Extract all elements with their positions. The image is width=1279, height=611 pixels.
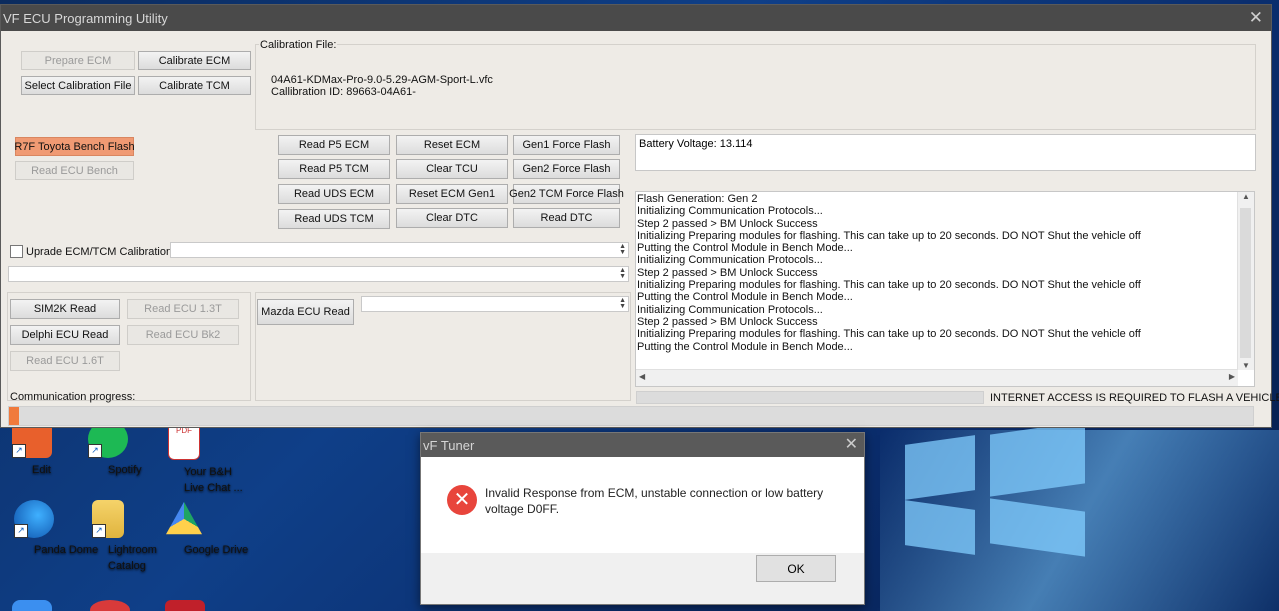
panda-dome-icon: ↗: [14, 500, 54, 538]
secondary-select[interactable]: ▲ ▼: [8, 266, 629, 282]
wallpaper-pane: [905, 435, 975, 500]
log-line: Initializing Communication Protocols...: [637, 303, 823, 316]
status-bar: [636, 391, 984, 404]
read-ecu-bk2-button[interactable]: Read ECU Bk2: [127, 325, 239, 345]
log-line: Putting the Control Module in Bench Mode…: [637, 291, 853, 304]
log-output[interactable]: Flash Generation: Gen 2 Initializing Comm…: [635, 191, 1255, 387]
scroll-up-icon[interactable]: ▲: [1238, 192, 1254, 201]
gen1-force-flash-button[interactable]: Gen1 Force Flash: [513, 135, 620, 155]
log-line: Step 2 passed > BM Unlock Success: [637, 217, 818, 230]
dialog-close-icon[interactable]: ✕: [845, 434, 858, 454]
window-title: VF ECU Programming Utility: [3, 10, 168, 26]
bh-chat-label-line1: Your B&H: [184, 466, 232, 478]
shortcut-arrow-icon: ↗: [92, 524, 106, 538]
dialog-title: vF Tuner: [423, 437, 475, 453]
desktop-icon-panda-dome[interactable]: ↗ Panda Dome: [0, 500, 98, 556]
calibration-file-header: Calibration File:: [259, 39, 338, 51]
clear-dtc-button[interactable]: Clear DTC: [396, 208, 508, 228]
progress-fill: [9, 407, 19, 425]
read-p5-tcm-button[interactable]: Read P5 TCM: [278, 159, 390, 179]
vertical-scrollbar[interactable]: ▲ ▼: [1237, 192, 1254, 370]
ok-button[interactable]: OK: [756, 555, 836, 582]
gen2-tcm-force-flash-button[interactable]: Gen2 TCM Force Flash: [509, 184, 624, 204]
calibration-file-name: 04A61-KDMax-Pro-9.0-5.29-AGM-Sport-L.vfc: [271, 74, 493, 86]
read-ecu-bench-button[interactable]: Read ECU Bench: [15, 161, 134, 180]
internet-access-notice: INTERNET ACCESS IS REQUIRED TO FLASH A V…: [990, 392, 1279, 404]
battery-voltage-box: Battery Voltage: 13.114: [635, 134, 1256, 171]
scroll-right-icon[interactable]: ▶: [1229, 372, 1235, 381]
partial-desktop-icon: [12, 600, 52, 611]
calibration-id: Callibration ID: 89663-04A61-: [271, 86, 416, 98]
communication-progress-label: Communication progress:: [10, 391, 136, 403]
partial-desktop-icon: [90, 600, 130, 611]
spin-arrows-icon[interactable]: ▲ ▼: [619, 243, 626, 256]
sim2k-read-button[interactable]: SIM2K Read: [10, 299, 120, 319]
upgrade-checkbox-label[interactable]: Uprade ECM/TCM Calibration: [26, 246, 172, 258]
shortcut-arrow-icon: ↗: [88, 444, 102, 458]
log-line: Flash Generation: Gen 2: [637, 193, 758, 205]
mazda-select[interactable]: ▲ ▼: [361, 296, 629, 312]
wallpaper-pane: [905, 500, 975, 555]
shortcut-arrow-icon: ↗: [14, 524, 28, 538]
reset-ecm-button[interactable]: Reset ECM: [396, 135, 508, 155]
battery-voltage: Battery Voltage: 13.114: [639, 138, 753, 150]
scroll-down-icon[interactable]: ▼: [1238, 361, 1254, 370]
log-line: Step 2 passed > BM Unlock Success: [637, 315, 818, 328]
dialog-body: ✕ Invalid Response from ECM, unstable co…: [421, 457, 864, 553]
read-uds-ecm-button[interactable]: Read UDS ECM: [278, 184, 390, 204]
reset-ecm-gen1-button[interactable]: Reset ECM Gen1: [396, 184, 508, 204]
log-line: Initializing Preparing modules for flash…: [637, 279, 1141, 292]
upgrade-calibration-select[interactable]: ▲ ▼: [170, 242, 629, 258]
prepare-ecm-button[interactable]: Prepare ECM: [21, 51, 135, 70]
log-line: Putting the Control Module in Bench Mode…: [637, 242, 853, 255]
bh-chat-label-line2: Live Chat ...: [184, 482, 243, 494]
calibrate-tcm-button[interactable]: Calibrate TCM: [138, 76, 251, 95]
lightroom-label-line2: Catalog: [108, 560, 146, 572]
error-icon: ✕: [447, 485, 477, 515]
desktop-icon-bh-chat[interactable]: PDF Your B&H Live Chat ...: [144, 420, 243, 494]
read-uds-tcm-button[interactable]: Read UDS TCM: [278, 209, 390, 229]
folder-icon: ↗: [92, 500, 124, 538]
log-line: Initializing Communication Protocols...: [637, 254, 823, 267]
read-dtc-button[interactable]: Read DTC: [513, 208, 620, 228]
desktop-icon-lightroom-catalog[interactable]: ↗ Lightroom Catalog: [68, 500, 157, 572]
scroll-left-icon[interactable]: ◀: [639, 372, 645, 381]
lightroom-label-line1: Lightroom: [108, 544, 157, 556]
partial-desktop-icon: [165, 600, 205, 611]
read-ecu-13t-button[interactable]: Read ECU 1.3T: [127, 299, 239, 319]
error-dialog: vF Tuner ✕ ✕ Invalid Response from ECM, …: [420, 432, 865, 605]
gen2-force-flash-button[interactable]: Gen2 Force Flash: [513, 159, 620, 179]
dialog-message: Invalid Response from ECM, unstable conn…: [485, 486, 824, 516]
clear-tcu-button[interactable]: Clear TCU: [396, 159, 508, 179]
log-line: Initializing Preparing modules for flash…: [637, 328, 1141, 341]
calibrate-ecm-button[interactable]: Calibrate ECM: [138, 51, 251, 70]
close-icon[interactable]: ✕: [1249, 8, 1263, 28]
log-lines: Flash Generation: Gen 2 Initializing Comm…: [636, 192, 1254, 353]
log-line: Initializing Communication Protocols...: [637, 205, 823, 218]
shortcut-arrow-icon: ↗: [12, 444, 26, 458]
mazda-ecu-read-button[interactable]: Mazda ECU Read: [257, 299, 354, 325]
google-drive-icon: [166, 501, 202, 535]
read-p5-ecm-button[interactable]: Read P5 ECM: [278, 135, 390, 155]
horizontal-scrollbar[interactable]: ◀ ▶: [636, 369, 1238, 386]
spin-arrows-icon[interactable]: ▲ ▼: [619, 267, 626, 280]
spin-arrows-icon[interactable]: ▲ ▼: [619, 297, 626, 310]
log-line: Initializing Preparing modules for flash…: [637, 229, 1141, 242]
desktop-icon-google-drive[interactable]: Google Drive: [144, 500, 248, 556]
read-ecu-16t-button[interactable]: Read ECU 1.6T: [10, 351, 120, 371]
app-titlebar: VF ECU Programming Utility ✕: [1, 5, 1271, 31]
log-line: Step 2 passed > BM Unlock Success: [637, 266, 818, 279]
r7f-toyota-bench-flash-button[interactable]: R7F Toyota Bench Flash: [14, 137, 135, 156]
upgrade-checkbox[interactable]: [10, 245, 23, 258]
scroll-thumb[interactable]: [1240, 208, 1251, 358]
select-calibration-file-button[interactable]: Select Calibration File: [21, 76, 135, 95]
app-window: VF ECU Programming Utility ✕ Prepare ECM…: [0, 4, 1279, 428]
log-line: Putting the Control Module in Bench Mode…: [637, 340, 853, 353]
dialog-titlebar: vF Tuner ✕: [421, 433, 864, 457]
communication-progress-bar: [8, 406, 1254, 426]
delphi-ecu-read-button[interactable]: Delphi ECU Read: [10, 325, 120, 345]
